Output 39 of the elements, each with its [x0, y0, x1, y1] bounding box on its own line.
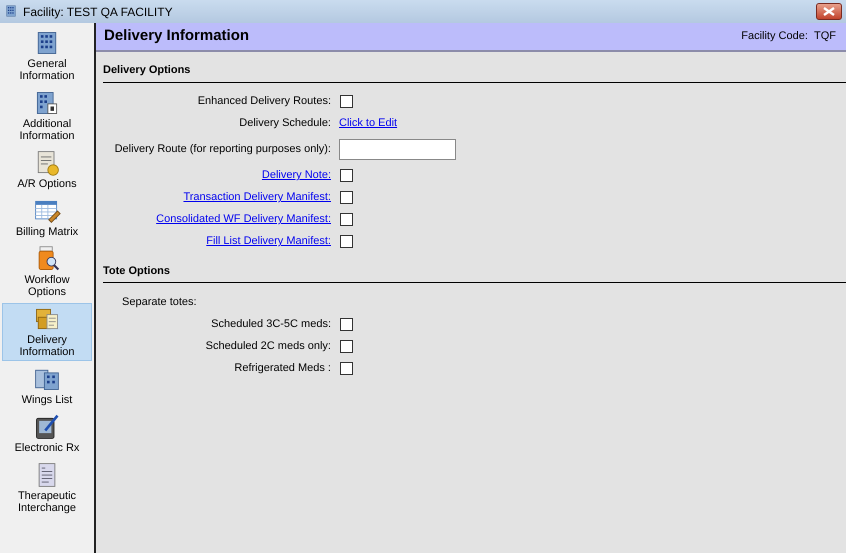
window-title: Facility: TEST QA FACILITY [23, 4, 173, 20]
field-label: Separate totes: [121, 294, 197, 310]
checkbox[interactable] [340, 191, 353, 204]
field-label: Scheduled 3C-5C meds: [211, 318, 331, 330]
sidebar-item[interactable]: Billing Matrix [2, 195, 92, 241]
sidebar-item[interactable]: Wings List [2, 363, 92, 409]
building-icon [4, 4, 18, 18]
checkbox[interactable] [340, 340, 353, 352]
page-title: Delivery Information [104, 26, 250, 46]
edit-link[interactable]: Click to Edit [339, 115, 398, 132]
field-link[interactable]: Transaction Delivery Manifest: [183, 191, 331, 204]
section-title: Delivery Options [103, 52, 846, 82]
close-icon [823, 7, 835, 16]
field-label: Scheduled 2C meds only: [206, 340, 331, 352]
sidebar-item[interactable]: Workflow Options [2, 243, 92, 301]
checkbox[interactable] [340, 362, 353, 374]
tablet-pen-icon [33, 413, 61, 441]
close-button[interactable] [816, 3, 842, 20]
checkbox[interactable] [340, 95, 353, 108]
sidebar-item[interactable]: A/R Options [2, 147, 92, 193]
checkbox[interactable] [340, 318, 353, 330]
field-link[interactable]: Delivery Note: [262, 169, 331, 182]
field-label: Refrigerated Meds : [234, 362, 331, 374]
sidebar-item[interactable]: Therapeutic Interchange [2, 459, 92, 517]
checkbox[interactable] [340, 169, 353, 182]
field-link[interactable]: Fill List Delivery Manifest: [206, 235, 331, 248]
checkbox[interactable] [340, 235, 353, 248]
checkbox[interactable] [340, 213, 353, 226]
section-title: Tote Options [103, 252, 846, 283]
sidebar-item[interactable]: Additional Information [2, 87, 92, 145]
text-field[interactable] [339, 139, 456, 160]
field-label: Enhanced Delivery Routes: [198, 95, 331, 108]
sidebar-item[interactable]: Delivery Information [2, 303, 92, 361]
sidebar-item[interactable]: General Information [2, 27, 92, 85]
field-label: Delivery Route (for reporting purposes only): [114, 143, 331, 156]
facility-code: Facility Code: TQF [741, 29, 836, 44]
field-label: Delivery Schedule: [239, 117, 331, 130]
sidebar-item[interactable]: Electronic Rx [2, 411, 92, 457]
field-link[interactable]: Consolidated WF Delivery Manifest: [156, 213, 331, 226]
